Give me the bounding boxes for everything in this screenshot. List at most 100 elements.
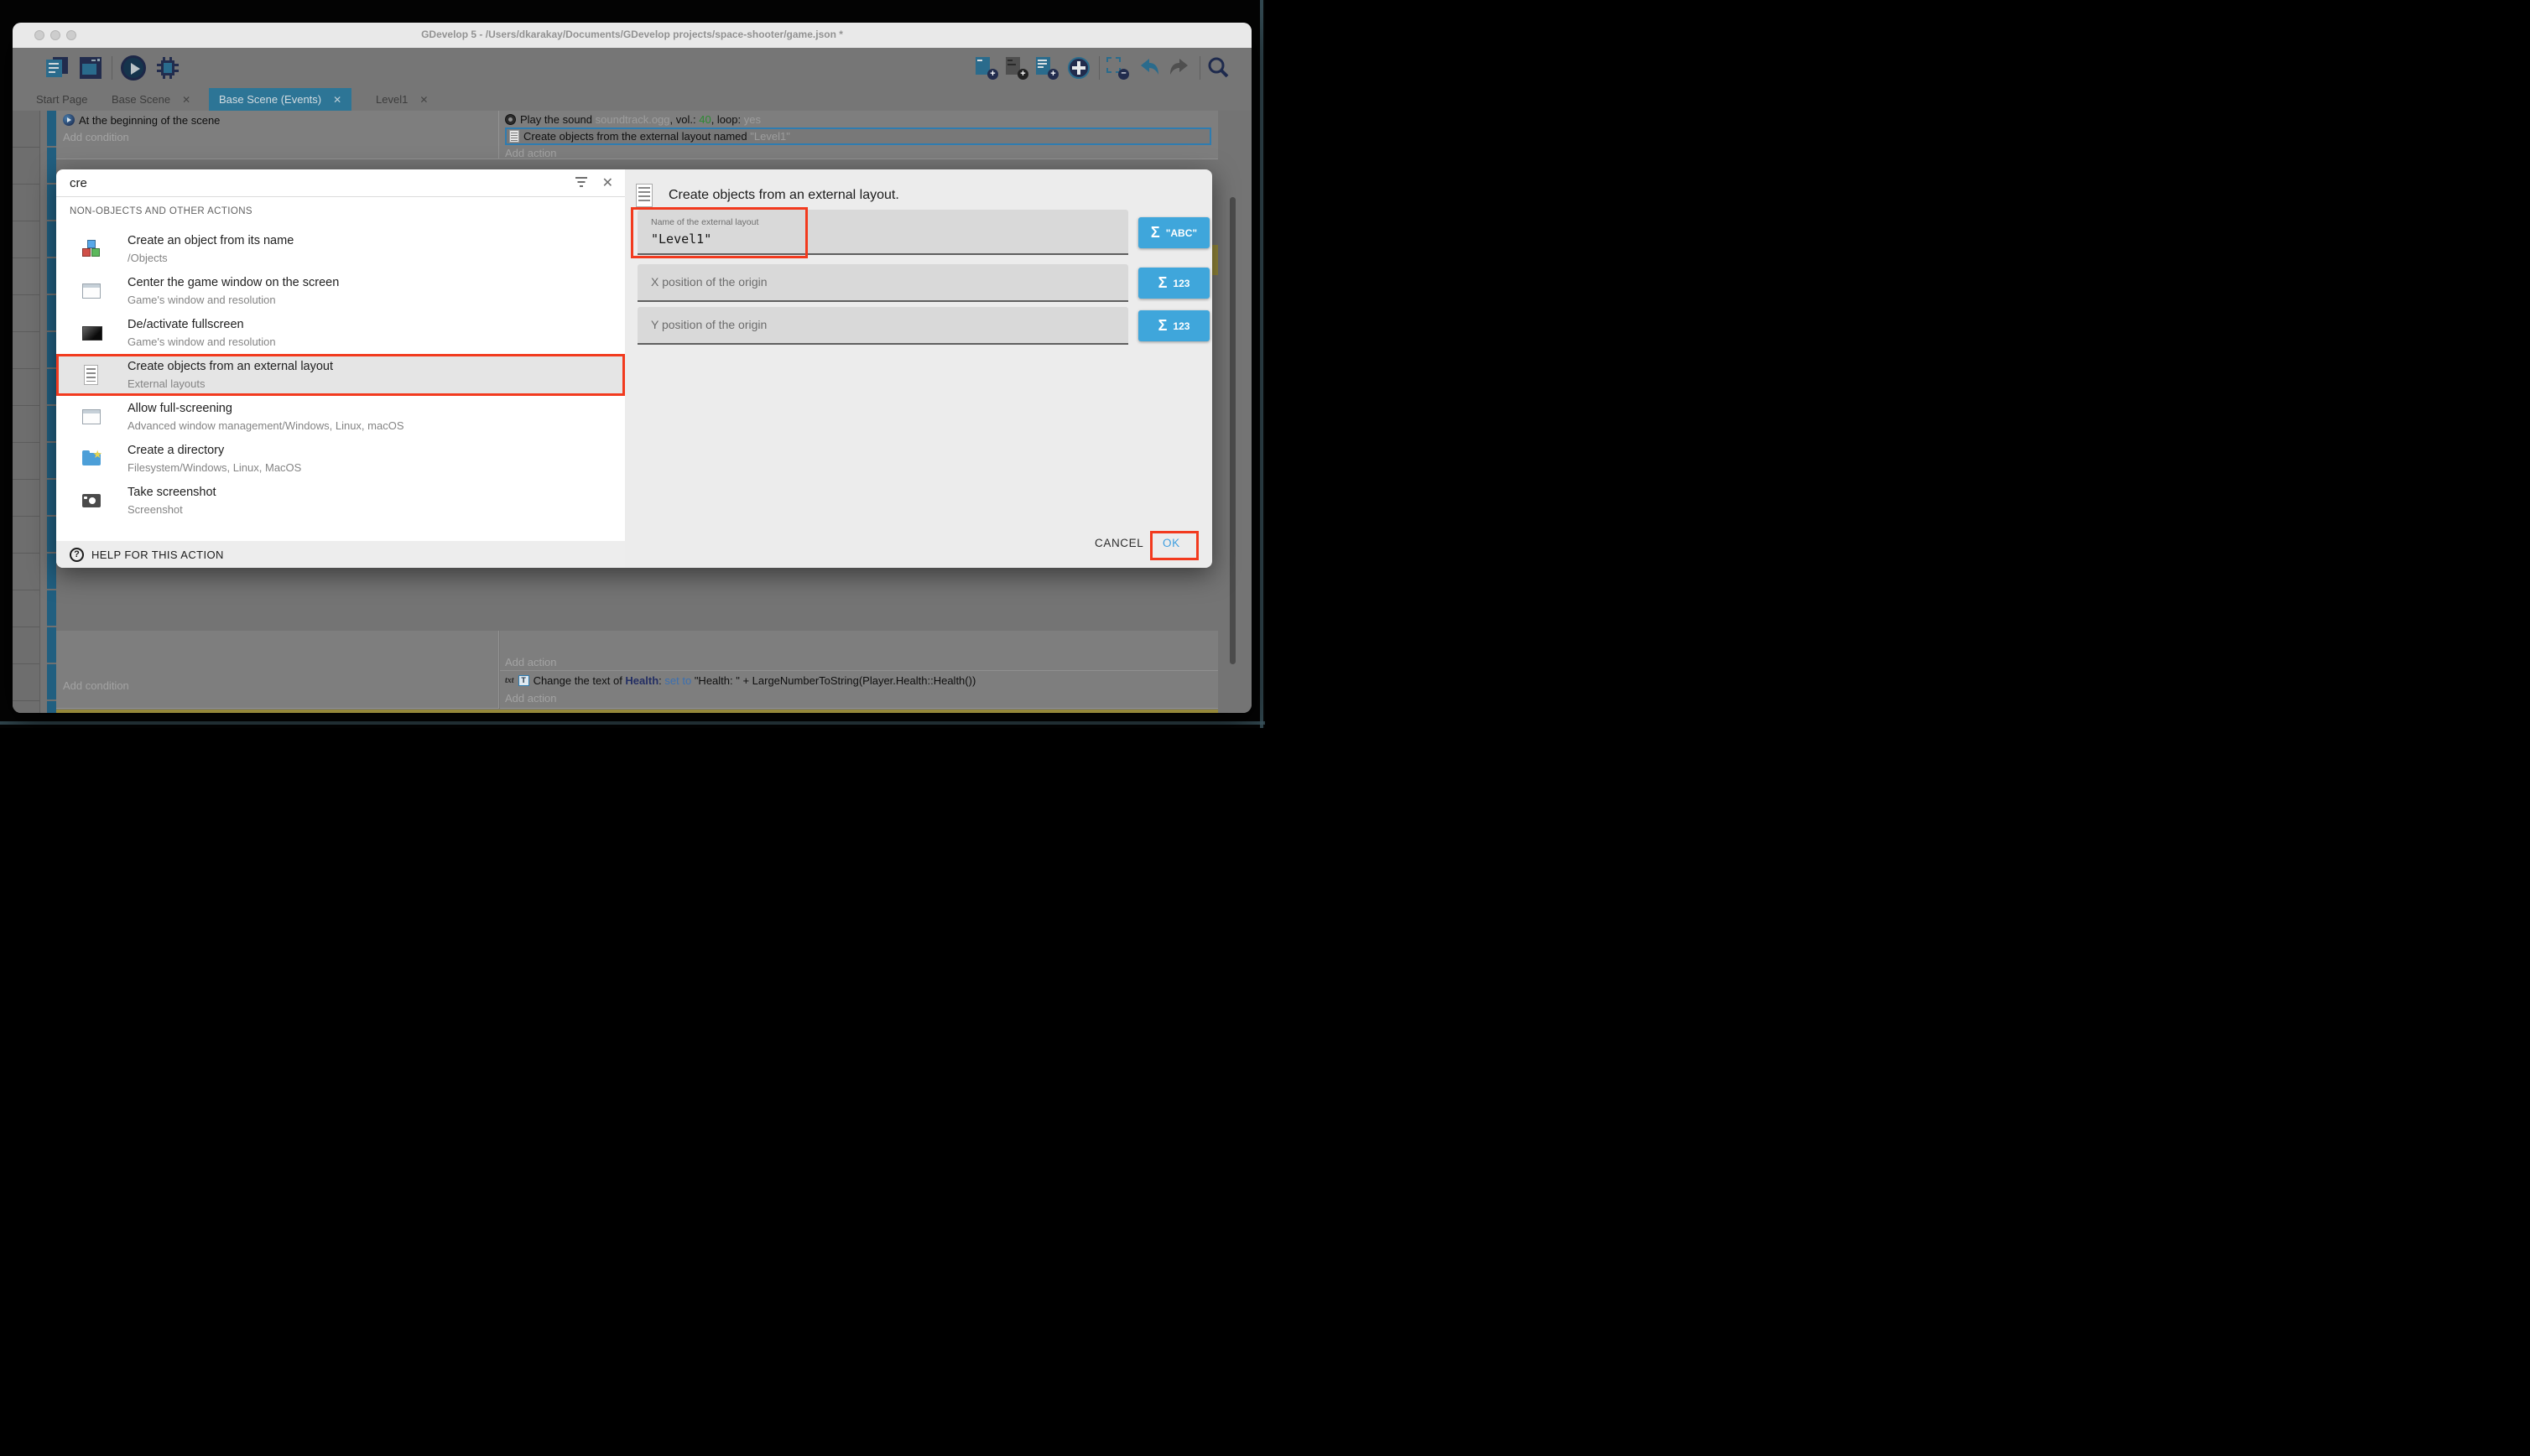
item-subtitle: Filesystem/Windows, Linux, MacOS (128, 461, 301, 474)
event-indent-bars (47, 111, 56, 713)
screenshot-canvas: GDevelop 5 - /Users/dkarakay/Documents/G… (0, 0, 1265, 728)
tab-base-scene-events[interactable]: Base Scene (Events) (209, 88, 351, 111)
action-play-sound[interactable]: Play the sound soundtrack.ogg, vol.: 40,… (505, 112, 1213, 127)
add-action-link[interactable]: Add action (505, 656, 556, 668)
search-input[interactable] (70, 174, 539, 192)
add-event-icon[interactable]: + (976, 57, 997, 79)
conditions-cell[interactable]: At the beginning of the scene Add condit… (56, 111, 499, 159)
close-icon[interactable] (602, 174, 613, 191)
expression-editor-button[interactable]: 123 (1138, 268, 1210, 299)
cancel-button[interactable]: CANCEL (1095, 537, 1143, 549)
help-icon (70, 548, 84, 562)
add-subevent-icon[interactable]: + (1006, 57, 1028, 79)
list-item-create-directory[interactable]: Create a directory Filesystem/Windows, L… (56, 438, 625, 480)
tab-start-page[interactable]: Start Page (26, 88, 97, 111)
external-layout-icon (636, 184, 653, 207)
field-placeholder: Y position of the origin (651, 318, 767, 331)
instruction-editor-dialog: NON-OBJECTS AND OTHER ACTIONS Create an … (56, 169, 1212, 568)
actions-cell[interactable]: Add action txt T Change the text of Heal… (500, 631, 1218, 709)
editor-title: Create objects from an external layout. (669, 188, 899, 203)
list-item-fullscreen[interactable]: De/activate fullscreen Game's window and… (56, 312, 625, 354)
redo-icon[interactable] (1169, 57, 1190, 79)
vertical-scrollbar[interactable] (1230, 197, 1236, 664)
window-icon (81, 407, 102, 427)
project-manager-icon[interactable] (46, 57, 68, 79)
add-condition-link[interactable]: Add condition (63, 131, 492, 143)
item-title: Allow full-screening (128, 402, 232, 415)
action-parameters-panel: Create objects from an external layout. … (625, 169, 1212, 568)
expression-type-label: 123 (1173, 278, 1190, 289)
y-position-field[interactable]: Y position of the origin (638, 307, 1128, 345)
item-title: De/activate fullscreen (128, 318, 244, 331)
add-condition-link[interactable]: Add condition (63, 679, 129, 692)
expression-editor-button[interactable]: "ABC" (1138, 217, 1210, 248)
item-title: Center the game window on the screen (128, 276, 339, 289)
list-item-center-window[interactable]: Center the game window on the screen Gam… (56, 270, 625, 312)
event-row[interactable]: At the beginning of the scene Add condit… (56, 111, 1218, 159)
toolbar: + + + – (13, 48, 1252, 88)
x-position-field[interactable]: X position of the origin (638, 264, 1128, 302)
tab-label: Start Page (36, 93, 87, 106)
game-window-icon (81, 281, 102, 301)
close-tab-icon[interactable] (182, 94, 190, 106)
ok-button[interactable]: OK (1163, 537, 1180, 549)
toolbar-separator (1099, 56, 1100, 80)
item-title: Create objects from an external layout (128, 360, 333, 373)
debug-icon[interactable] (157, 57, 179, 79)
expression-editor-button[interactable]: 123 (1138, 310, 1210, 341)
expression-type-label: "ABC" (1166, 227, 1197, 239)
add-action-link[interactable]: Add action (505, 692, 556, 705)
item-title: Create an object from its name (128, 234, 294, 247)
action-change-text[interactable]: txt T Change the text of Health: set to … (505, 673, 976, 688)
tab-bar: Start Page Base Scene Base Scene (Events… (13, 88, 1252, 111)
condition-begin-scene[interactable]: At the beginning of the scene (63, 112, 492, 127)
help-link[interactable]: HELP FOR THIS ACTION (91, 549, 224, 561)
group-header-player[interactable]: Player (56, 710, 1218, 713)
field-placeholder: X position of the origin (651, 275, 768, 289)
list-item-create-object[interactable]: Create an object from its name /Objects (56, 228, 625, 270)
close-tab-icon[interactable] (333, 94, 341, 106)
action-text: Play the sound soundtrack.ogg, vol.: 40,… (520, 113, 761, 126)
item-subtitle: External layouts (128, 377, 206, 390)
begin-scene-icon (63, 114, 75, 126)
tab-label: Level1 (376, 93, 408, 106)
undo-icon[interactable] (1138, 57, 1160, 79)
item-subtitle: Screenshot (128, 503, 183, 516)
item-subtitle: Advanced window management/Windows, Linu… (128, 419, 404, 432)
tab-base-scene[interactable]: Base Scene (102, 88, 200, 111)
sound-icon (505, 114, 516, 125)
conditions-cell[interactable]: Add condition (56, 631, 499, 709)
section-header: NON-OBJECTS AND OTHER ACTIONS (70, 206, 252, 216)
item-subtitle: Game's window and resolution (128, 294, 276, 306)
window-titlebar: GDevelop 5 - /Users/dkarakay/Documents/G… (13, 23, 1252, 48)
help-footer: HELP FOR THIS ACTION (56, 541, 625, 568)
list-item-allow-fullscreening[interactable]: Allow full-screening Advanced window man… (56, 396, 625, 438)
item-subtitle: Game's window and resolution (128, 335, 276, 348)
add-circle-icon[interactable] (1068, 57, 1090, 79)
tab-level1[interactable]: Level1 (366, 88, 438, 111)
close-tab-icon[interactable] (419, 94, 428, 106)
external-layout-icon (509, 130, 519, 143)
scene-editor-icon[interactable] (80, 57, 102, 79)
gdevelop-window: GDevelop 5 - /Users/dkarakay/Documents/G… (13, 23, 1252, 713)
remove-event-icon[interactable]: – (1106, 57, 1128, 79)
filter-icon[interactable] (575, 177, 588, 189)
list-item-take-screenshot[interactable]: Take screenshot Screenshot (56, 480, 625, 522)
add-comment-icon[interactable]: + (1036, 57, 1058, 79)
actions-cell[interactable]: Play the sound soundtrack.ogg, vol.: 40,… (500, 111, 1218, 159)
action-create-objects-selected[interactable]: Create objects from the external layout … (505, 127, 1211, 145)
search-bar (56, 169, 625, 197)
external-layout-name-field[interactable]: Name of the external layout "Level1" (638, 210, 1128, 255)
desktop-edge (1260, 0, 1263, 728)
external-layout-icon (81, 365, 102, 385)
search-icon[interactable] (1207, 57, 1229, 79)
text-action-icon: txt (505, 676, 514, 685)
play-preview-icon[interactable] (122, 57, 144, 79)
sigma-icon (1158, 317, 1168, 335)
action-text: Create objects from the external layout … (523, 130, 790, 143)
list-item-create-from-external-layout[interactable]: Create objects from an external layout E… (56, 354, 625, 396)
events-lower-rows: Add condition Add action txt T Change th… (56, 631, 1218, 713)
expression-type-label: 123 (1173, 320, 1190, 332)
add-action-link[interactable]: Add action (505, 147, 1213, 159)
field-label: Name of the external layout (651, 217, 758, 227)
